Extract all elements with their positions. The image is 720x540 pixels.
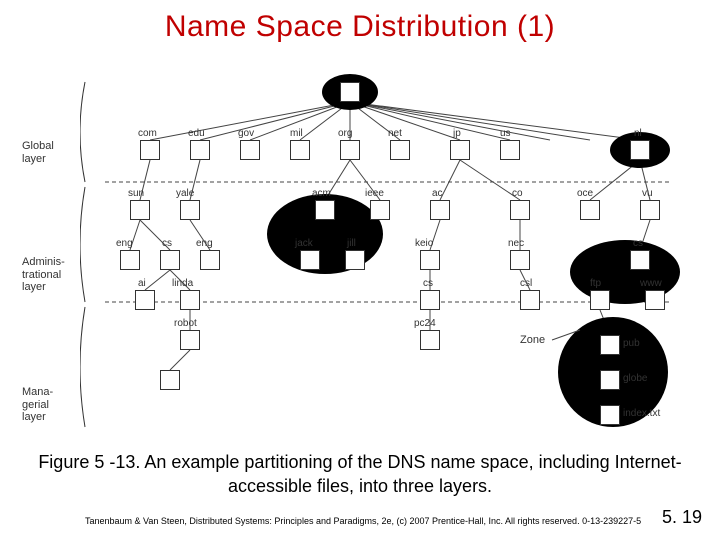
node-gov: [240, 140, 260, 160]
node-cs-keio: [420, 290, 440, 310]
label-cs-keio: cs: [423, 278, 433, 289]
node-jack: [300, 250, 320, 270]
node-www: [645, 290, 665, 310]
node-globe: [600, 370, 620, 390]
node-ai: [135, 290, 155, 310]
label-gov: gov: [238, 128, 254, 139]
node-ieee: [370, 200, 390, 220]
node-us: [500, 140, 520, 160]
node-keio: [420, 250, 440, 270]
label-com: com: [138, 128, 157, 139]
node-nec: [510, 250, 530, 270]
label-cs-vu: cs: [633, 238, 643, 249]
label-jack: jack: [295, 238, 313, 249]
node-vu: [640, 200, 660, 220]
label-jp: jp: [453, 128, 461, 139]
slide-title: Name Space Distribution (1): [0, 0, 720, 44]
node-cs-vu: [630, 250, 650, 270]
label-acm: acm: [312, 188, 331, 199]
node-net: [390, 140, 410, 160]
label-pub: pub: [623, 338, 640, 349]
node-ftp: [590, 290, 610, 310]
node-yale: [180, 200, 200, 220]
label-indextxt: index.txt: [623, 408, 660, 419]
label-ftp: ftp: [590, 278, 601, 289]
label-edu: edu: [188, 128, 205, 139]
label-eng-yale: eng: [196, 238, 213, 249]
label-org: org: [338, 128, 352, 139]
label-keio: keio: [415, 238, 433, 249]
label-nl: nl: [634, 128, 642, 139]
label-mil: mil: [290, 128, 303, 139]
node-csl: [520, 290, 540, 310]
label-ai: ai: [138, 278, 146, 289]
label-globe: globe: [623, 373, 647, 384]
node-mil: [290, 140, 310, 160]
node-pc24: [420, 330, 440, 350]
label-cs-sun: cs: [162, 238, 172, 249]
node-linda: [180, 290, 200, 310]
node-org: [340, 140, 360, 160]
label-vu: vu: [642, 188, 653, 199]
node-eng-yale: [200, 250, 220, 270]
page-number: 5. 19: [662, 507, 702, 528]
label-sun: sun: [128, 188, 144, 199]
label-co: co: [512, 188, 523, 199]
label-yale: yale: [176, 188, 194, 199]
node-eng-sun: [120, 250, 140, 270]
node-oce: [580, 200, 600, 220]
node-edu: [190, 140, 210, 160]
node-sun: [130, 200, 150, 220]
node-jill: [345, 250, 365, 270]
node-leaf: [160, 370, 180, 390]
label-us: us: [500, 128, 511, 139]
node-root: [340, 82, 360, 102]
node-pub: [600, 335, 620, 355]
layer-label-global: Globallayer: [22, 140, 54, 165]
node-indextxt: [600, 405, 620, 425]
dns-tree-diagram: com edu gov mil org net jp us nl sun yal…: [80, 72, 680, 432]
node-nl: [630, 140, 650, 160]
node-robot: [180, 330, 200, 350]
label-linda: linda: [172, 278, 193, 289]
label-pc24: pc24: [414, 318, 436, 329]
label-ieee: ieee: [365, 188, 384, 199]
copyright-footer: Tanenbaum & Van Steen, Distributed Syste…: [85, 516, 641, 526]
label-robot: robot: [174, 318, 197, 329]
label-jill: jill: [347, 238, 356, 249]
label-ac: ac: [432, 188, 443, 199]
label-nec: nec: [508, 238, 524, 249]
label-eng-sun: eng: [116, 238, 133, 249]
layer-label-admin: Adminis-trationallayer: [22, 256, 65, 294]
node-ac: [430, 200, 450, 220]
layer-label-managerial: Mana-geriallayer: [22, 386, 53, 424]
label-net: net: [388, 128, 402, 139]
node-com: [140, 140, 160, 160]
label-csl: csl: [520, 278, 532, 289]
zone-label: Zone: [520, 334, 545, 346]
figure-caption: Figure 5 -13. An example partitioning of…: [30, 450, 690, 499]
node-co: [510, 200, 530, 220]
node-cs-sun: [160, 250, 180, 270]
node-acm: [315, 200, 335, 220]
label-oce: oce: [577, 188, 593, 199]
node-jp: [450, 140, 470, 160]
label-www: www: [640, 278, 662, 289]
